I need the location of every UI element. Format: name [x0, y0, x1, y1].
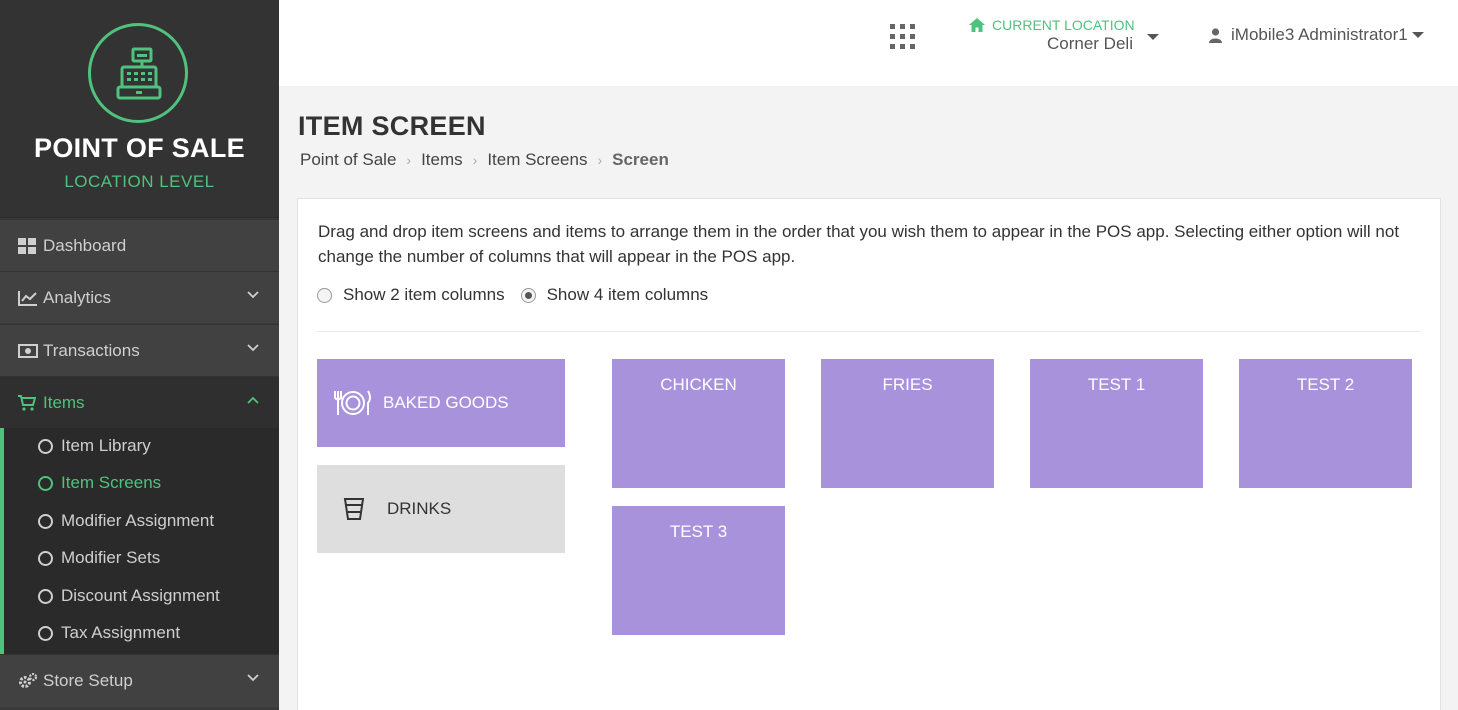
- screen-tile-baked-goods[interactable]: BAKED GOODS: [317, 359, 565, 447]
- sidebar-subitem-item-screens[interactable]: Item Screens: [38, 470, 161, 496]
- shopping-cart-icon: [18, 394, 40, 412]
- breadcrumb-link[interactable]: Item Screens: [487, 150, 587, 170]
- item-tile-chicken[interactable]: CHICKEN: [612, 359, 785, 488]
- item-tile-test-3[interactable]: TEST 3: [612, 506, 785, 635]
- breadcrumb: Point of Sale › Items › Item Screens › S…: [300, 150, 669, 170]
- breadcrumb-link[interactable]: Items: [421, 150, 463, 170]
- sidebar-subitem-label: Item Library: [61, 436, 151, 455]
- item-tile-test-1[interactable]: TEST 1: [1030, 359, 1203, 488]
- sidebar-item-label: Items: [43, 392, 85, 412]
- apps-grid-icon[interactable]: [890, 24, 915, 49]
- home-icon: [969, 18, 985, 32]
- instructions-text: Drag and drop item screens and items to …: [318, 222, 1400, 266]
- circle-icon: [38, 513, 53, 529]
- caret-down-icon[interactable]: [1147, 34, 1159, 40]
- chevron-down-icon: [247, 674, 259, 682]
- cup-icon: [343, 498, 365, 520]
- user-name: iMobile3 Administrator1: [1231, 25, 1408, 44]
- sidebar-subitem-item-library[interactable]: Item Library: [38, 433, 151, 459]
- sidebar-subitem-discount-assignment[interactable]: Discount Assignment: [38, 583, 220, 609]
- caret-down-icon: [1411, 32, 1424, 38]
- item-screen-card: Drag and drop item screens and items to …: [297, 198, 1441, 710]
- circle-icon: [38, 588, 53, 604]
- sidebar-subitem-label: Tax Assignment: [61, 623, 181, 642]
- sidebar-item-items[interactable]: Items: [0, 376, 279, 428]
- brand-header: POINT OF SALE LOCATION LEVEL: [0, 0, 279, 218]
- sidebar-item-label: Analytics: [43, 287, 112, 307]
- sidebar-item-label: Dashboard: [43, 235, 127, 255]
- cash-register-icon: [116, 47, 162, 100]
- column-options: Show 2 item columns Show 4 item columns: [317, 285, 708, 305]
- sidebar-subitem-label: Modifier Assignment: [61, 511, 215, 530]
- page-title: ITEM SCREEN: [298, 111, 486, 141]
- circle-icon: [38, 438, 53, 454]
- items-subnav: Item Library Item Screens Modifier Assig…: [0, 428, 279, 654]
- sidebar-item-transactions[interactable]: Transactions: [0, 324, 279, 376]
- chevron-right-icon: ›: [406, 152, 412, 168]
- line-chart-icon: [18, 289, 40, 307]
- logo: [88, 23, 188, 123]
- location-selector[interactable]: Corner Deli: [1047, 34, 1133, 54]
- circle-icon: [38, 550, 53, 566]
- screen-tile-label: BAKED GOODS: [383, 393, 509, 412]
- sidebar-item-store-setup[interactable]: Store Setup: [0, 654, 279, 707]
- sidebar: POINT OF SALE LOCATION LEVEL Dashboard A…: [0, 0, 279, 710]
- plate-cutlery-icon: [334, 390, 371, 415]
- radio-2-columns[interactable]: [317, 287, 332, 303]
- radio-label: Show 2 item columns: [343, 285, 505, 304]
- chevron-up-icon: [247, 396, 259, 404]
- screen-tile-drinks[interactable]: DRINKS: [317, 465, 565, 553]
- chevron-right-icon: ›: [597, 152, 603, 168]
- location-label-text: CURRENT LOCATION: [992, 17, 1135, 33]
- money-icon: [18, 342, 40, 360]
- screen-tile-label: DRINKS: [387, 499, 452, 518]
- gears-icon: [18, 672, 40, 690]
- circle-icon: [38, 625, 53, 641]
- radio-4-columns[interactable]: [520, 287, 536, 303]
- chevron-down-icon: [247, 291, 259, 299]
- user-icon: [1209, 27, 1222, 43]
- sidebar-subitem-label: Modifier Sets: [61, 548, 161, 567]
- sidebar-subitem-tax-assignment[interactable]: Tax Assignment: [38, 620, 180, 646]
- divider: [317, 331, 1421, 332]
- sidebar-subitem-modifier-assignment[interactable]: Modifier Assignment: [38, 508, 214, 534]
- sidebar-subitem-label: Discount Assignment: [61, 586, 220, 605]
- chevron-down-icon: [247, 344, 259, 352]
- brand-subtitle: LOCATION LEVEL: [64, 172, 215, 191]
- chevron-right-icon: ›: [472, 152, 478, 168]
- breadcrumb-link[interactable]: Point of Sale: [300, 150, 396, 170]
- dashboard-icon: [18, 237, 40, 255]
- item-tile-test-2[interactable]: TEST 2: [1239, 359, 1412, 488]
- sidebar-item-label: Store Setup: [43, 671, 133, 690]
- sidebar-subitem-modifier-sets[interactable]: Modifier Sets: [38, 545, 160, 571]
- sidebar-subitem-label: Item Screens: [61, 473, 162, 492]
- current-location-label: CURRENT LOCATION: [969, 17, 1135, 33]
- sidebar-item-dashboard[interactable]: Dashboard: [0, 219, 279, 271]
- brand-title: POINT OF SALE: [34, 133, 245, 163]
- radio-label: Show 4 item columns: [546, 285, 709, 304]
- circle-icon: [38, 475, 53, 491]
- item-tile-fries[interactable]: FRIES: [821, 359, 994, 488]
- sidebar-item-label: Transactions: [43, 340, 140, 360]
- user-menu[interactable]: iMobile3 Administrator1: [1209, 25, 1424, 45]
- top-bar: CURRENT LOCATION Corner Deli iMobile3 Ad…: [279, 0, 1458, 86]
- sidebar-item-analytics[interactable]: Analytics: [0, 271, 279, 323]
- breadcrumb-current: Screen: [612, 150, 669, 169]
